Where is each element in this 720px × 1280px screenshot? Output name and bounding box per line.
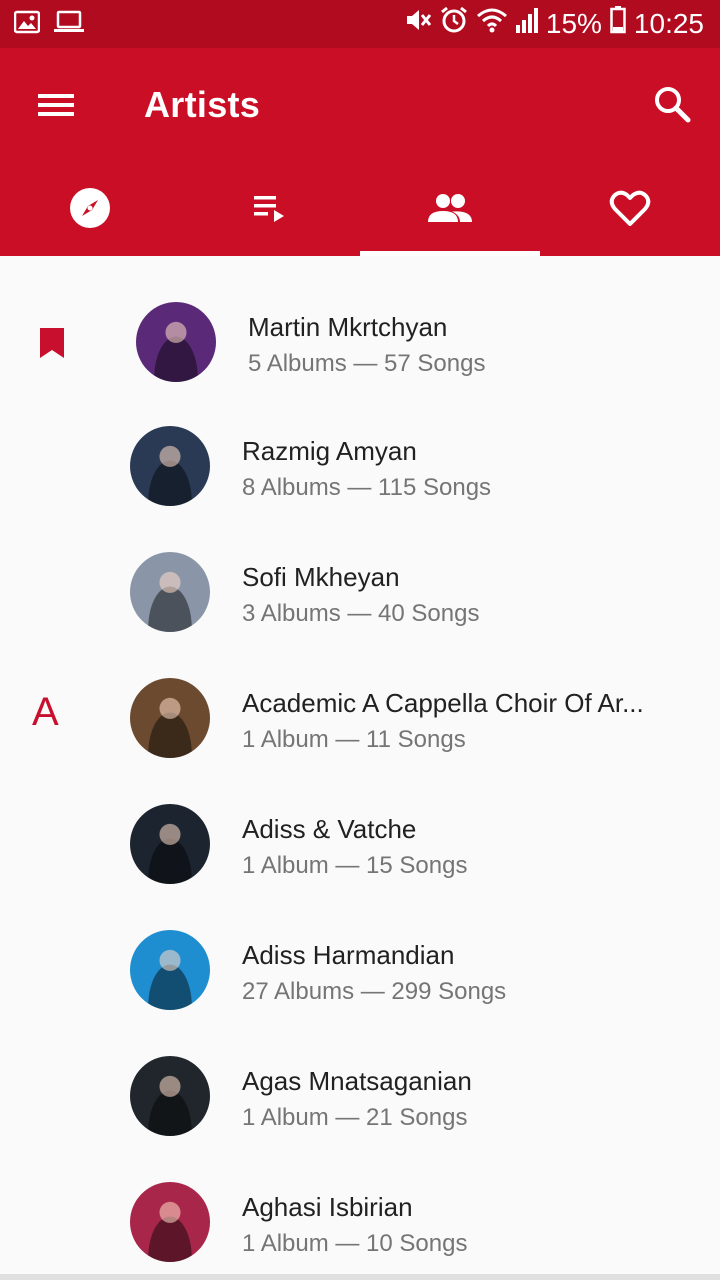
avatar	[130, 1182, 210, 1262]
mute-icon	[404, 6, 432, 41]
artist-meta: 27 Albums — 299 Songs	[242, 978, 507, 1005]
avatar	[136, 302, 216, 382]
heart-icon	[609, 190, 651, 226]
artist-name: Aghasi Isbirian	[242, 1192, 413, 1222]
gallery-icon	[13, 10, 41, 39]
artist-meta: 8 Albums — 115 Songs	[242, 474, 492, 501]
signal-icon	[515, 7, 538, 40]
search-icon	[655, 87, 691, 123]
battery-icon	[610, 6, 626, 41]
artist-list: Martin Mkrtchyan 5 Albums — 57 Songs Raz…	[0, 256, 720, 1264]
avatar	[130, 1056, 210, 1136]
menu-icon	[38, 94, 74, 116]
alarm-icon	[440, 6, 468, 41]
artist-name: Academic A Cappella Choir Of Ar...	[242, 688, 644, 718]
list-item[interactable]: Sofi Mkheyan 3 Albums — 40 Songs	[0, 508, 720, 634]
avatar	[130, 426, 210, 506]
artist-name: Agas Mnatsaganian	[242, 1066, 472, 1096]
artist-meta: 5 Albums — 57 Songs	[248, 350, 486, 377]
playlist-icon	[254, 196, 284, 222]
artist-name: Razmig Amyan	[242, 436, 417, 466]
tab-favorites[interactable]	[540, 160, 720, 256]
artist-name: Adiss Harmandian	[242, 940, 455, 970]
tab-bar	[0, 160, 720, 256]
bottom-edge	[0, 1274, 720, 1280]
artist-meta: 1 Album — 10 Songs	[242, 1230, 468, 1257]
list-item[interactable]: Adiss Harmandian 27 Albums — 299 Songs	[0, 886, 720, 1012]
artist-meta: 1 Album — 21 Songs	[242, 1104, 468, 1131]
list-item[interactable]: Agas Mnatsaganian 1 Album — 21 Songs	[0, 1012, 720, 1138]
list-item[interactable]: Martin Mkrtchyan 5 Albums — 57 Songs	[0, 256, 720, 382]
status-bar: 15% 10:25	[0, 0, 720, 48]
tab-discover[interactable]	[0, 160, 180, 256]
section-letter: A	[32, 690, 59, 734]
avatar	[130, 678, 210, 758]
artist-name: Sofi Mkheyan	[242, 562, 400, 592]
avatar	[130, 552, 210, 632]
list-item[interactable]: Adiss & Vatche 1 Album — 15 Songs	[0, 760, 720, 886]
avatar	[130, 804, 210, 884]
app-bar: Artists	[0, 48, 720, 256]
list-item[interactable]: Razmig Amyan 8 Albums — 115 Songs	[0, 382, 720, 508]
clock: 10:25	[633, 7, 704, 39]
people-icon	[428, 194, 472, 222]
laptop-icon	[54, 10, 84, 39]
artist-name: Adiss & Vatche	[242, 814, 417, 844]
list-item[interactable]: A Academic A Cappella Choir Of Ar... 1 A…	[0, 634, 720, 760]
battery-percent: 15%	[545, 7, 602, 39]
artist-name: Martin Mkrtchyan	[248, 312, 448, 342]
artist-meta: 1 Album — 11 Songs	[242, 726, 466, 753]
wifi-icon	[476, 6, 508, 41]
search-button[interactable]	[652, 84, 692, 124]
artist-meta: 3 Albums — 40 Songs	[242, 600, 480, 627]
page-title: Artists	[144, 84, 261, 125]
artist-meta: 1 Album — 15 Songs	[242, 852, 468, 879]
list-item[interactable]: Aghasi Isbirian 1 Album — 10 Songs	[0, 1138, 720, 1264]
compass-icon	[70, 188, 110, 228]
menu-button[interactable]	[36, 88, 76, 122]
tab-artists[interactable]	[360, 160, 540, 256]
bookmark-icon	[40, 328, 64, 358]
avatar	[130, 930, 210, 1010]
tab-playlists[interactable]	[180, 160, 360, 256]
